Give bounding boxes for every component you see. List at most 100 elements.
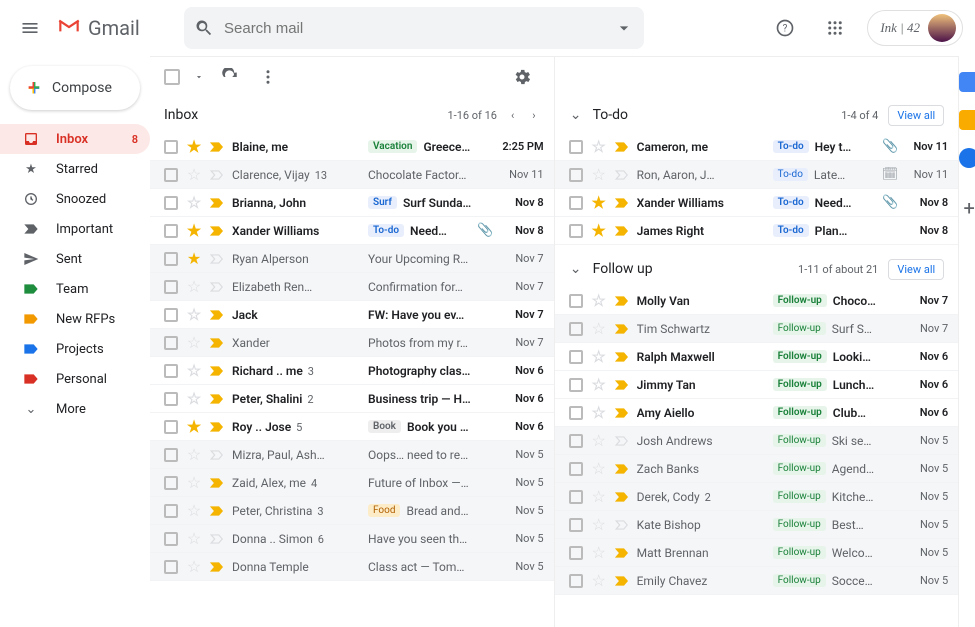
importance-icon[interactable] [615,575,629,587]
select-all-checkbox[interactable] [164,69,180,85]
row-checkbox[interactable] [164,224,178,238]
row-checkbox[interactable] [569,224,583,238]
row-checkbox[interactable] [569,462,583,476]
mail-row[interactable]: ☆Ralph Maxwell Follow-upLooki…Nov 6 [555,343,959,371]
row-checkbox[interactable] [164,532,178,546]
row-checkbox[interactable] [164,364,178,378]
apps-icon[interactable] [817,10,853,46]
importance-icon[interactable] [210,365,224,377]
mail-row[interactable]: ☆Mizra, Paul, Ash… Oops… need to re…Nov … [150,441,554,469]
row-checkbox[interactable] [569,322,583,336]
star-icon[interactable]: ☆ [186,305,202,324]
add-addon-icon[interactable]: + [964,196,975,220]
row-checkbox[interactable] [164,140,178,154]
keep-icon[interactable] [959,110,975,130]
importance-icon[interactable] [210,561,224,573]
importance-icon[interactable] [210,337,224,349]
star-icon[interactable]: ☆ [591,375,607,394]
mail-row[interactable]: ☆Jimmy Tan Follow-upLunch…Nov 6 [555,371,959,399]
importance-icon[interactable] [210,505,224,517]
importance-icon[interactable] [615,225,629,237]
tasks-icon[interactable] [959,148,975,168]
select-dropdown-icon[interactable] [194,72,204,82]
gmail-logo[interactable]: Gmail [56,13,156,44]
menu-icon[interactable] [12,10,48,46]
mail-row[interactable]: ★Xander Williams To-doNeed…📎Nov 8 [150,217,554,245]
row-checkbox[interactable] [569,518,583,532]
sidebar-item-projects[interactable]: Projects [0,334,150,364]
collapse-icon[interactable]: ⌄ [569,261,583,277]
mail-row[interactable]: ☆Clarence, Vijay 13Chocolate Factor…Nov … [150,161,554,189]
mail-row[interactable]: ☆Matt Brennan Follow-upWelco…Nov 5 [555,539,959,567]
importance-icon[interactable] [210,197,224,209]
importance-icon[interactable] [615,407,629,419]
mail-row[interactable]: ☆Richard .. me 3Photography clas…Nov 6 [150,357,554,385]
mail-row[interactable]: ☆Zaid, Alex, me 4Future of Inbox —…Nov 5 [150,469,554,497]
importance-icon[interactable] [210,421,224,433]
next-page-icon[interactable]: › [528,107,539,124]
star-icon[interactable]: ☆ [186,557,202,576]
star-icon[interactable]: ☆ [591,137,607,156]
importance-icon[interactable] [615,323,629,335]
mail-row[interactable]: ☆Derek, Cody 2Follow-upKitche…Nov 5 [555,483,959,511]
row-checkbox[interactable] [569,196,583,210]
mail-row[interactable]: ☆Emily Chavez Follow-upSocce…Nov 5 [555,567,959,595]
star-icon[interactable]: ☆ [186,473,202,492]
row-checkbox[interactable] [569,294,583,308]
mail-row[interactable]: ☆Donna .. Simon 6Have you seen th…Nov 5 [150,525,554,553]
help-icon[interactable]: ? [767,10,803,46]
row-checkbox[interactable] [569,140,583,154]
star-icon[interactable]: ☆ [186,445,202,464]
importance-icon[interactable] [210,253,224,265]
row-checkbox[interactable] [569,406,583,420]
star-icon[interactable]: ☆ [186,529,202,548]
star-icon[interactable]: ★ [591,221,607,240]
row-checkbox[interactable] [569,546,583,560]
collapse-icon[interactable]: ⌄ [569,107,583,123]
sidebar-item-starred[interactable]: ★Starred [0,154,150,184]
row-checkbox[interactable] [569,490,583,504]
row-checkbox[interactable] [569,574,583,588]
row-checkbox[interactable] [164,476,178,490]
row-checkbox[interactable] [164,420,178,434]
importance-icon[interactable] [210,281,224,293]
row-checkbox[interactable] [164,168,178,182]
star-icon[interactable]: ☆ [186,389,202,408]
mail-row[interactable]: ☆Amy Aiello Follow-upClub…Nov 6 [555,399,959,427]
star-icon[interactable]: ☆ [591,543,607,562]
star-icon[interactable]: ☆ [591,319,607,338]
importance-icon[interactable] [210,393,224,405]
star-icon[interactable]: ★ [186,221,202,240]
star-icon[interactable]: ☆ [591,459,607,478]
mail-row[interactable]: ☆Molly Van Follow-upChoco…Nov 7 [555,287,959,315]
mail-row[interactable]: ☆Donna Temple Class act — Tom…Nov 5 [150,553,554,581]
row-checkbox[interactable] [164,280,178,294]
sidebar-item-newrfps[interactable]: New RFPs [0,304,150,334]
mail-row[interactable]: ☆Xander Photos from my r…Nov 7 [150,329,554,357]
star-icon[interactable]: ☆ [186,333,202,352]
importance-icon[interactable] [210,477,224,489]
importance-icon[interactable] [615,519,629,531]
sidebar-item-sent[interactable]: Sent [0,244,150,274]
star-icon[interactable]: ☆ [591,347,607,366]
mail-row[interactable]: ★Ryan Alperson Your Upcoming R…Nov 7 [150,245,554,273]
star-icon[interactable]: ★ [186,249,202,268]
row-checkbox[interactable] [164,252,178,266]
mail-row[interactable]: ☆Elizabeth Ren… Confirmation for…Nov 7 [150,273,554,301]
star-icon[interactable]: ☆ [186,193,202,212]
importance-icon[interactable] [210,141,224,153]
settings-icon[interactable] [504,59,540,95]
star-icon[interactable]: ☆ [186,361,202,380]
mail-row[interactable]: ☆Peter, Shalini 2Business trip — H…Nov 6 [150,385,554,413]
star-icon[interactable]: ★ [591,193,607,212]
search-box[interactable] [184,7,644,49]
sidebar-item-inbox[interactable]: Inbox8 [0,124,150,154]
todo-viewall[interactable]: View all [888,105,944,126]
star-icon[interactable]: ★ [186,417,202,436]
importance-icon[interactable] [615,351,629,363]
mail-row[interactable]: ☆Kate Bishop Follow-upBest…Nov 5 [555,511,959,539]
calendar-icon[interactable] [959,72,975,92]
row-checkbox[interactable] [569,434,583,448]
mail-row[interactable]: ☆Zach Banks Follow-upAgend…Nov 5 [555,455,959,483]
mail-row[interactable]: ☆Tim Schwartz Follow-upSurf S…Nov 7 [555,315,959,343]
